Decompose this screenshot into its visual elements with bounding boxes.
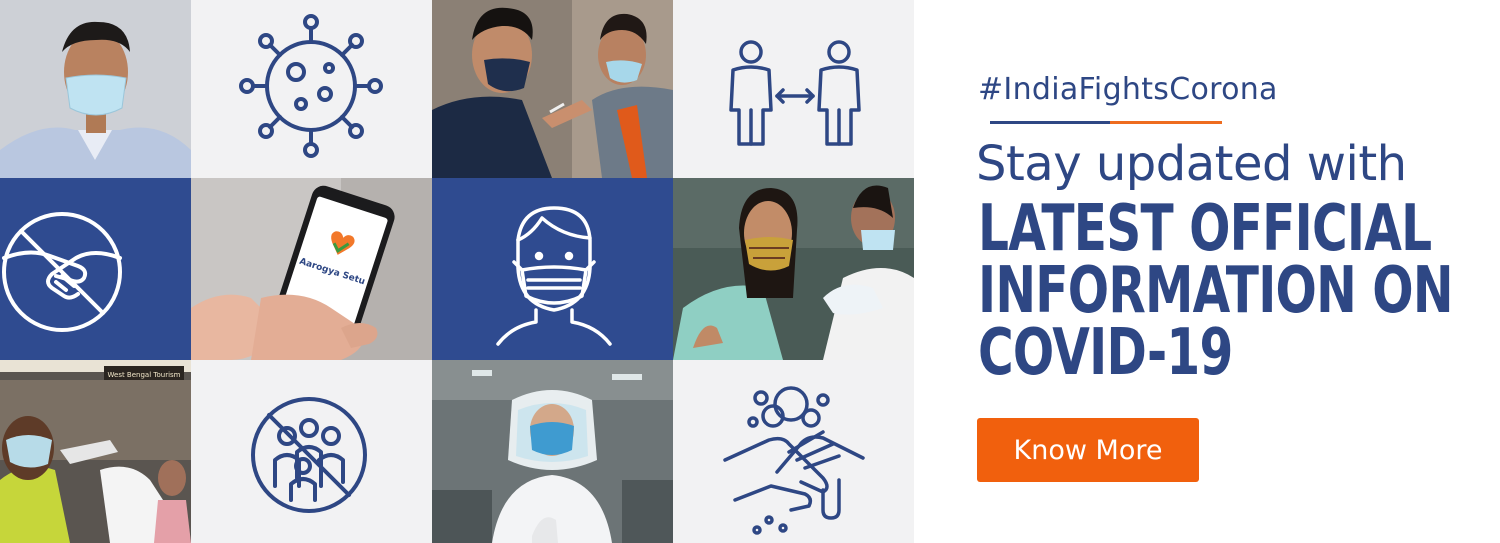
divider-orange-segment xyxy=(1110,121,1222,124)
hand-washing-icon xyxy=(673,360,914,543)
station-sign-text: West Bengal Tourism xyxy=(108,371,181,379)
headline: LATEST OFFICIAL INFORMATION ON COVID-19 xyxy=(978,192,1454,390)
no-handshake-icon xyxy=(0,178,191,360)
covid-banner: Aarogya Setu West Bengal Tourism #IndiaF… xyxy=(0,0,1500,543)
know-more-button[interactable]: Know More xyxy=(977,418,1199,482)
divider-line xyxy=(990,121,1222,124)
photo-thermal-screening: West Bengal Tourism xyxy=(0,360,191,543)
masked-face-icon xyxy=(432,178,673,360)
headline-line-1: LATEST OFFICIAL xyxy=(978,192,1432,266)
subheading: Stay updated with xyxy=(976,136,1407,192)
image-grid: Aarogya Setu West Bengal Tourism xyxy=(0,0,914,543)
photo-vaccination-man xyxy=(432,0,673,178)
photo-masked-man xyxy=(0,0,191,178)
no-gathering-icon xyxy=(191,360,432,543)
hashtag-text: #IndiaFightsCorona xyxy=(978,72,1278,107)
photo-health-worker-ppe xyxy=(432,360,673,543)
headline-line-2: INFORMATION ON xyxy=(978,254,1454,328)
photo-vaccination-woman xyxy=(673,178,914,360)
photo-aarogya-setu-phone: Aarogya Setu xyxy=(191,178,432,360)
social-distancing-icon xyxy=(673,0,914,178)
message-panel: #IndiaFightsCorona Stay updated with LAT… xyxy=(914,0,1500,543)
divider-blue-segment xyxy=(990,121,1110,124)
virus-icon xyxy=(191,0,432,178)
headline-line-3: COVID-19 xyxy=(978,316,1233,390)
